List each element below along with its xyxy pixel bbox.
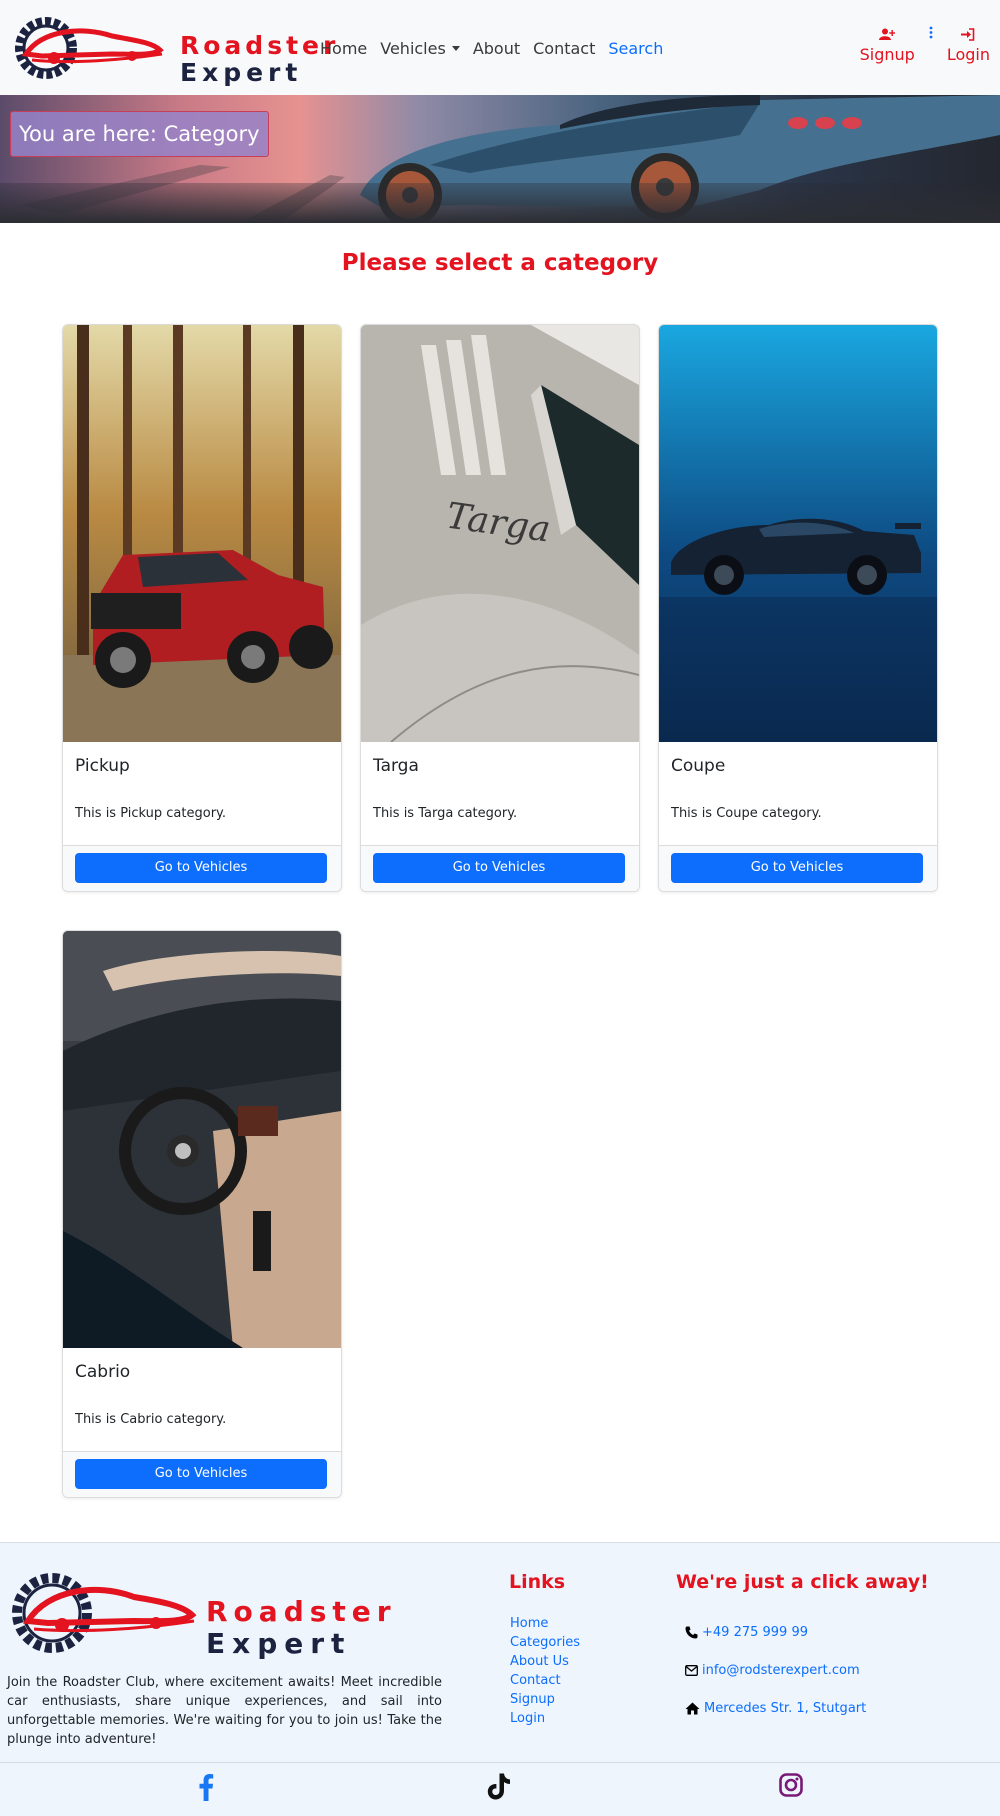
social-bar	[0, 1762, 1000, 1816]
phone-icon	[685, 1626, 698, 1639]
nav-vehicles-dropdown[interactable]: Vehicles	[380, 39, 460, 58]
category-card-pickup: Pickup This is Pickup category. Go to Ve…	[62, 324, 342, 892]
card-footer: Go to Vehicles	[63, 1451, 341, 1497]
footer-link-signup[interactable]: Signup	[510, 1690, 580, 1709]
nav-about[interactable]: About	[473, 39, 520, 58]
page-title: Please select a category	[341, 250, 659, 276]
footer-brand-logo[interactable]: Roadster Expert	[12, 1567, 391, 1660]
contact-email[interactable]: info@rodsterexpert.com	[685, 1663, 860, 1678]
card-title: Coupe	[671, 756, 726, 776]
card-title: Cabrio	[75, 1362, 131, 1382]
user-plus-icon	[879, 28, 896, 40]
sign-in-icon	[961, 28, 975, 41]
footer-brand-name-line2: Expert	[206, 1627, 352, 1660]
card-footer: Go to Vehicles	[361, 845, 639, 891]
car-gear-logo-icon	[12, 1573, 197, 1653]
car-gear-logo-icon	[15, 17, 164, 79]
nav-search[interactable]: Search	[608, 39, 663, 58]
contact-email-text: info@rodsterexpert.com	[702, 1663, 860, 1678]
footer-links: Home Categories About Us Contact Signup …	[510, 1614, 580, 1728]
envelope-icon	[685, 1665, 698, 1676]
hero-banner: You are here: Category	[0, 95, 1000, 223]
coupe-car-image	[659, 325, 937, 742]
category-card-targa: Targa Targa This is Targa category. Go t…	[360, 324, 640, 892]
footer-link-contact[interactable]: Contact	[510, 1671, 580, 1690]
login-label: Login	[946, 45, 990, 64]
card-footer: Go to Vehicles	[63, 845, 341, 891]
card-title: Targa	[373, 756, 419, 776]
nav-links: Home Vehicles About Contact Search	[320, 36, 676, 60]
go-to-vehicles-button[interactable]: Go to Vehicles	[373, 853, 625, 883]
footer-link-login[interactable]: Login	[510, 1709, 580, 1728]
brand-name-line2: Expert	[180, 58, 303, 87]
contact-phone-text: +49 275 999 99	[702, 1625, 808, 1640]
chevron-down-icon	[451, 45, 460, 51]
home-icon	[685, 1702, 700, 1715]
card-text: This is Cabrio category.	[75, 1412, 227, 1427]
card-text: This is Targa category.	[373, 806, 518, 821]
go-to-vehicles-button[interactable]: Go to Vehicles	[75, 853, 327, 883]
navbar: Roadster Expert Home Vehicles About Cont…	[0, 0, 1000, 95]
footer-about-text: Join the Roadster Club, where excitement…	[7, 1675, 442, 1747]
footer-link-categories[interactable]: Categories	[510, 1633, 580, 1652]
footer-brand-name-line1: Roadster	[206, 1595, 397, 1628]
category-card-coupe: Coupe This is Coupe category. Go to Vehi…	[658, 324, 938, 892]
nav-contact[interactable]: Contact	[533, 39, 595, 58]
brand-name-line1: Roadster	[180, 31, 340, 60]
signup-label: Signup	[859, 45, 915, 64]
contact-phone[interactable]: +49 275 999 99	[685, 1625, 808, 1640]
footer-links-heading: Links	[509, 1571, 566, 1593]
footer-link-about-us[interactable]: About Us	[510, 1652, 580, 1671]
category-card-cabrio: Cabrio This is Cabrio category. Go to Ve…	[62, 930, 342, 1498]
pickup-truck-image	[63, 325, 341, 742]
instagram-icon[interactable]	[779, 1773, 803, 1801]
contact-address[interactable]: Mercedes Str. 1, Stutgart	[685, 1701, 866, 1716]
card-title: Pickup	[75, 756, 130, 776]
card-text: This is Pickup category.	[75, 806, 227, 821]
cabrio-interior-image	[63, 931, 341, 1348]
signup-button[interactable]: Signup	[860, 28, 915, 64]
nav-actions: Signup Login	[846, 26, 990, 64]
card-text: This is Coupe category.	[671, 806, 822, 821]
footer-link-home[interactable]: Home	[510, 1614, 580, 1633]
go-to-vehicles-button[interactable]: Go to Vehicles	[75, 1459, 327, 1489]
nav-home[interactable]: Home	[320, 39, 367, 58]
breadcrumb: You are here: Category	[10, 111, 269, 157]
targa-badge-image: Targa	[361, 325, 639, 742]
brand-logo[interactable]: Roadster Expert	[12, 14, 335, 86]
contact-address-text: Mercedes Str. 1, Stutgart	[704, 1701, 867, 1716]
tiktok-icon[interactable]	[487, 1773, 511, 1804]
card-footer: Go to Vehicles	[659, 845, 937, 891]
login-button[interactable]: Login	[947, 28, 990, 64]
go-to-vehicles-button[interactable]: Go to Vehicles	[671, 853, 923, 883]
facebook-icon[interactable]	[198, 1773, 214, 1805]
nav-vehicles-label: Vehicles	[380, 38, 446, 58]
footer-contact-heading: We're just a click away!	[676, 1571, 929, 1593]
more-options-icon[interactable]	[929, 26, 933, 39]
hero-ground	[0, 183, 1000, 223]
